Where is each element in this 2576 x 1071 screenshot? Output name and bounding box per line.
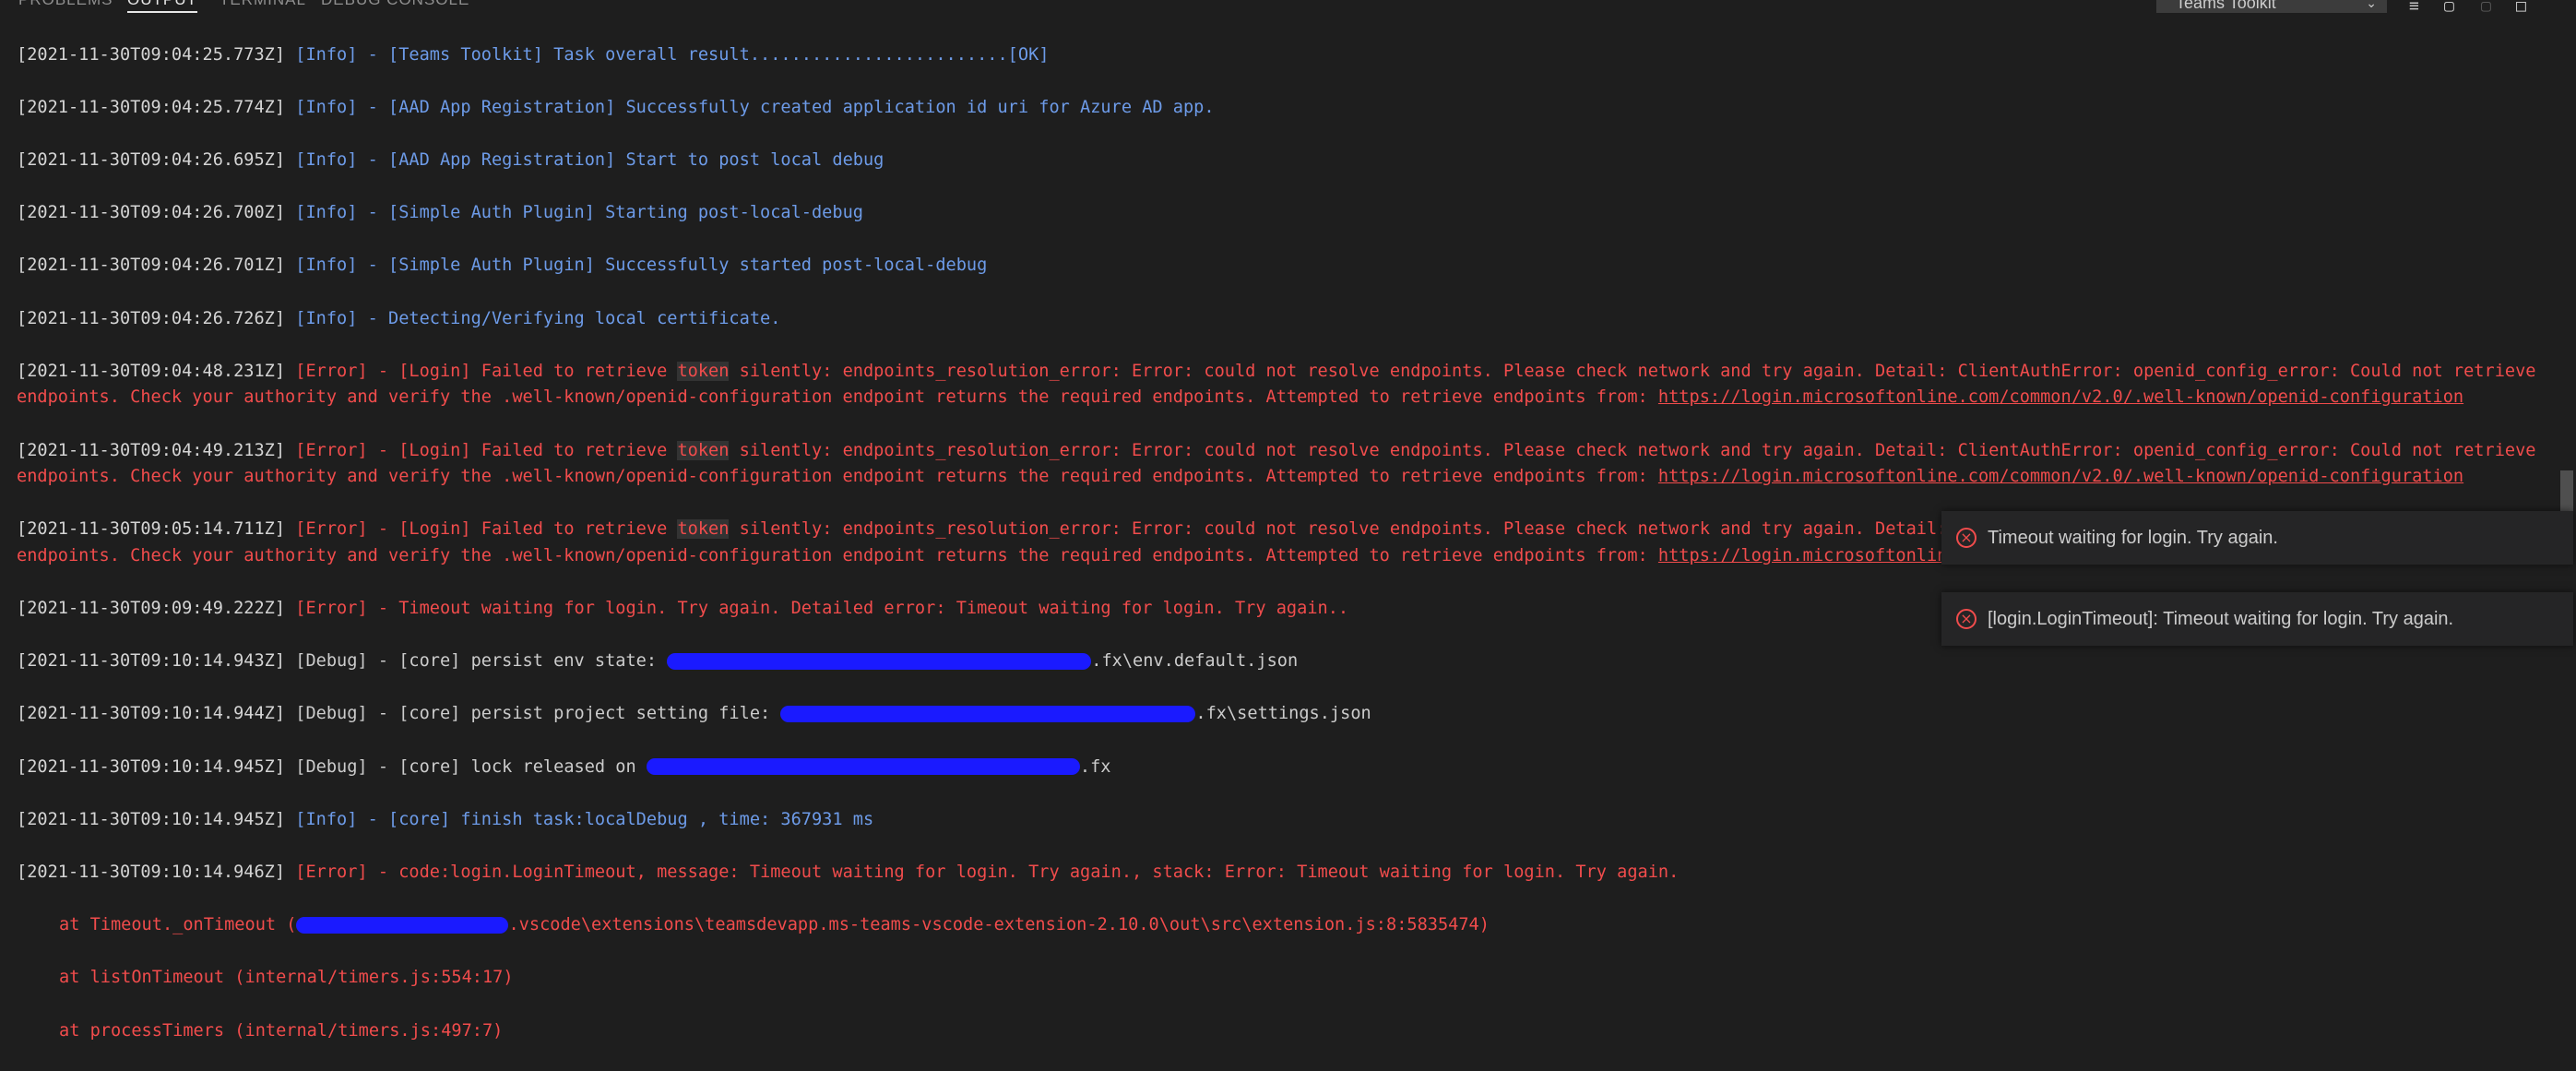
redaction-mark [646, 758, 1080, 776]
error-notification[interactable]: × [login.LoginTimeout]: Timeout waiting … [1941, 592, 2573, 646]
redaction-mark [296, 916, 509, 934]
log-line: [2021-11-30T09:04:26.695Z] [Info] - [AAD… [17, 149, 884, 170]
log-line-debug: [2021-11-30T09:10:14.944Z] [Debug] - [co… [17, 704, 1371, 724]
clear-output-icon[interactable]: ≡ [2409, 0, 2419, 16]
endpoint-link[interactable]: https://login.microsoftonline.com/common… [1658, 387, 2463, 407]
endpoint-link[interactable]: https://login.microsoftonline.com/common… [1658, 467, 2463, 486]
error-icon: × [1956, 528, 1977, 548]
lock-scroll-icon[interactable]: ▢ [2444, 0, 2454, 16]
notification-text: Timeout waiting for login. Try again. [1988, 527, 2278, 548]
log-line-error: [2021-11-30T09:04:49.213Z] [Error] - [Lo… [17, 440, 2546, 487]
log-line-error: [2021-11-30T09:10:14.946Z] [Error] - cod… [17, 863, 1680, 882]
stack-line: at Timeout._onTimeout (.vscode\extension… [59, 915, 1490, 935]
chevron-down-icon: ⌄ [2366, 0, 2377, 10]
log-line-debug: [2021-11-30T09:10:14.945Z] [Debug] - [co… [17, 756, 1111, 777]
log-line: [2021-11-30T09:04:25.774Z] [Info] - [AAD… [17, 97, 1215, 117]
stack-line: at processTimers (internal/timers.js:497… [59, 1020, 504, 1041]
maximize-icon[interactable]: ▢ [2481, 0, 2491, 16]
tab-debug-console[interactable]: DEBUG CONSOLE [321, 0, 469, 9]
channel-select-value: Teams Toolkit [2176, 0, 2276, 12]
redaction-mark [780, 705, 1196, 722]
stack-line: at listOnTimeout (internal/timers.js:554… [59, 968, 514, 988]
log-line-error: [2021-11-30T09:04:48.231Z] [Error] - [Lo… [17, 361, 2546, 408]
tab-output[interactable]: OUTPUT [127, 0, 197, 13]
log-line: [2021-11-30T09:04:26.726Z] [Info] - Dete… [17, 308, 781, 328]
log-line: [2021-11-30T09:10:14.945Z] [Info] - [cor… [17, 809, 874, 829]
notification-text: [login.LoginTimeout]: Timeout waiting fo… [1988, 608, 2454, 629]
log-line: [2021-11-30T09:04:26.701Z] [Info] - [Sim… [17, 256, 988, 276]
tab-problems[interactable]: PROBLEMS [18, 0, 113, 9]
log-line: [2021-11-30T09:04:25.773Z] [Info] - [Tea… [17, 44, 1050, 65]
error-icon: × [1956, 609, 1977, 629]
redaction-mark [667, 652, 1092, 670]
log-line: [2021-11-30T09:04:26.700Z] [Info] - [Sim… [17, 203, 863, 223]
tab-terminal[interactable]: TERMINAL [220, 0, 306, 9]
log-line-debug: [2021-11-30T09:10:14.943Z] [Debug] - [co… [17, 651, 1299, 672]
output-channel-select[interactable]: Teams Toolkit ⌄ [2156, 0, 2387, 13]
error-notification[interactable]: × Timeout waiting for login. Try again. [1941, 511, 2573, 565]
close-panel-icon[interactable]: □ [2516, 0, 2526, 16]
